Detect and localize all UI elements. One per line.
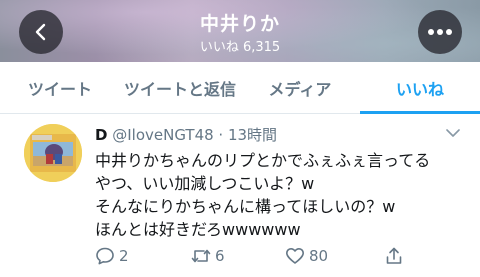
more-button[interactable] <box>418 10 462 54</box>
retweet-button[interactable]: 6 <box>191 246 225 266</box>
retweet-count: 6 <box>215 247 225 265</box>
author-display-name: D <box>95 126 108 144</box>
avatar-image <box>24 124 82 182</box>
tweet-card[interactable]: D @IloveNGT48 · 13時間 中井りかちゃんのリプとかでふぇふぇ言っ… <box>0 114 480 277</box>
tab-tweets[interactable]: ツイート <box>0 62 120 113</box>
reply-icon <box>96 247 114 265</box>
profile-name: 中井りか <box>199 13 280 35</box>
tweet-actions: 2 6 80 <box>95 246 475 270</box>
likes-count: いいね 6,315 <box>199 40 281 55</box>
profile-header: 中井りか いいね 6,315 <box>0 0 480 62</box>
author-handle-time: @IloveNGT48 · 13時間 <box>112 126 278 144</box>
tab-tweets-and-replies[interactable]: ツイートと返信 <box>120 62 240 113</box>
share-button[interactable] <box>384 246 404 266</box>
avatar[interactable] <box>24 124 82 182</box>
tab-likes[interactable]: いいね <box>360 62 480 114</box>
more-dots-icon <box>428 29 452 35</box>
heart-icon <box>286 248 304 264</box>
tweet-text: 中井りかちゃんのリプとかでふぇふぇ言ってる やつ、いい加減しつこいよ？w そんな… <box>95 151 431 239</box>
retweet-icon <box>191 249 211 263</box>
like-count: 80 <box>309 247 329 265</box>
like-button[interactable]: 80 <box>285 246 328 266</box>
profile-tabs: ツイート ツイートと返信 メディア いいね <box>0 62 480 114</box>
reply-count: 2 <box>119 247 129 265</box>
tweet-author[interactable]: D @IloveNGT48 · 13時間 <box>95 124 277 145</box>
chevron-down-icon[interactable] <box>446 128 460 138</box>
share-icon <box>386 247 402 264</box>
reply-button[interactable]: 2 <box>95 246 129 266</box>
tab-media[interactable]: メディア <box>240 62 360 113</box>
